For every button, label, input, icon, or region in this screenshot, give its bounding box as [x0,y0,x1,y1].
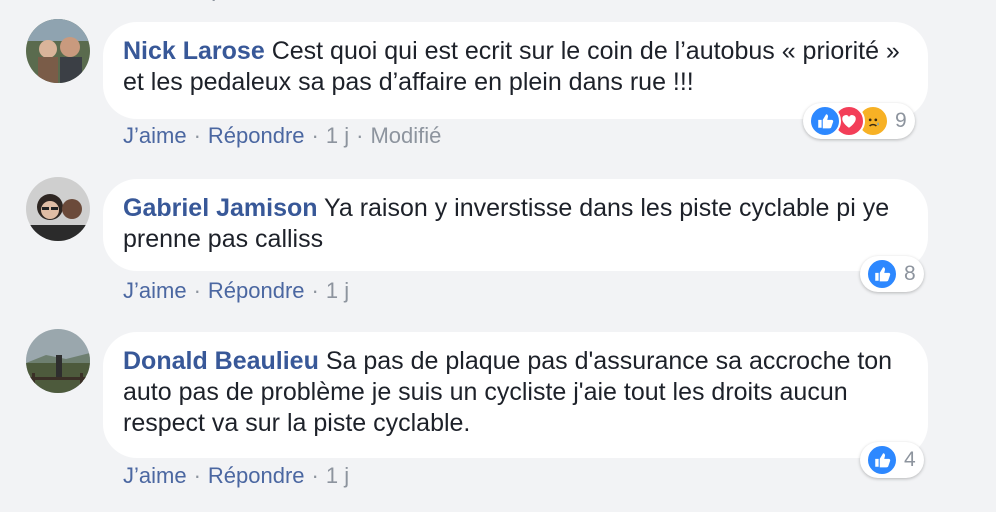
reply-button[interactable]: Répondre [208,123,305,148]
comment-bubble: Donald Beaulieu Sa pas de plaque pas d'a… [103,332,928,458]
comment-actions: J’aime · Répondre · 1 j [123,463,350,488]
comment-author[interactable]: Nick Larose [123,37,265,65]
reaction-count: 9 [895,109,907,132]
comment-time[interactable]: 1 j [326,463,349,488]
comment-author[interactable]: Donald Beaulieu [123,347,319,375]
like-button[interactable]: J’aime [123,278,187,303]
avatar[interactable] [26,19,90,83]
comment-bubble: Nick Larose Cest quoi qui est ecrit sur … [103,22,928,119]
like-button[interactable]: J’aime [123,463,187,488]
avatar[interactable] [26,329,90,393]
reaction-count: 8 [904,262,916,285]
comment-bubble: Gabriel Jamison Ya raison y inverstisse … [103,179,928,271]
like-icon [866,258,898,290]
reply-button[interactable]: Répondre [208,278,305,303]
comment-time[interactable]: 1 j [326,123,349,148]
reactions-badge[interactable]: 8 [860,256,924,292]
like-icon [809,105,841,137]
comment-time[interactable]: 1 j [326,278,349,303]
avatar-photo [26,19,90,83]
like-icon [866,444,898,476]
avatar-photo [26,329,90,393]
reaction-count: 4 [904,448,916,471]
comment-actions: J’aime · Répondre · 1 j [123,278,350,303]
comment-author[interactable]: Gabriel Jamison [123,194,318,222]
reply-button[interactable]: Répondre [208,463,305,488]
avatar-photo [26,177,90,241]
like-button[interactable]: J’aime [123,123,187,148]
reactions-badge[interactable]: 4 [860,442,924,478]
edited-label[interactable]: Modifié [370,123,441,148]
previous-comment-fragment: · [210,0,217,12]
reactions-badge[interactable]: 9 [803,103,915,139]
avatar[interactable] [26,177,90,241]
comment-actions: J’aime · Répondre · 1 j · Modifié [123,123,442,148]
